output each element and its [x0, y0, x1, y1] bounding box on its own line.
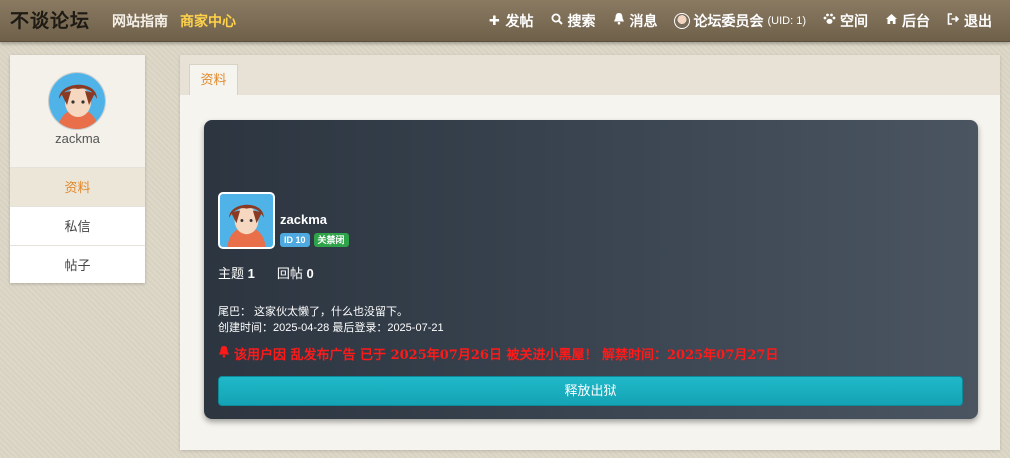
tab-bar: 资料 — [180, 55, 1000, 95]
nav-link-guide[interactable]: 网站指南 — [112, 12, 168, 30]
user-menu[interactable]: 论坛委员会 (UID: 1) — [673, 12, 807, 30]
profile-avatar[interactable] — [218, 192, 275, 249]
post-label: 发帖 — [505, 13, 534, 29]
profile-info: 尾巴： 这家伙太懒了，什么也没留下。 创建时间：2025-04-28 最后登录：… — [218, 304, 444, 336]
topics-count: 1 — [247, 266, 255, 281]
status-badge: 关禁闭 — [313, 233, 349, 247]
profile-card: zackma ID 10 关禁闭 主题 1 回帖 0 尾巴： 这家伙太懒了，什么… — [204, 120, 978, 419]
space-label: 空间 — [840, 13, 868, 29]
messages-label: 消息 — [629, 13, 658, 29]
release-button[interactable]: 释放出狱 — [218, 376, 963, 406]
search-icon — [550, 12, 564, 30]
badge-row: ID 10 关禁闭 — [280, 233, 349, 247]
ban-alert-text: 该用户因 乱发布广告 已于 2025年07月26日 被关进小黑屋！ 解禁时间：2… — [234, 348, 779, 363]
tab-profile[interactable]: 资料 — [189, 64, 238, 95]
nav-link-merchant[interactable]: 商家中心 — [180, 12, 236, 30]
bell-icon — [612, 12, 626, 30]
search-button[interactable]: 搜索 — [550, 12, 596, 30]
sidebar-item-posts[interactable]: 帖子 — [10, 245, 145, 284]
topics-stat: 主题 1 — [218, 263, 255, 282]
sidebar-username: zackma — [55, 131, 100, 146]
profile-username: zackma — [280, 212, 327, 227]
admin-button[interactable]: 后台 — [884, 12, 930, 30]
sidebar-item-profile[interactable]: 资料 — [10, 167, 145, 206]
logout-icon — [946, 12, 960, 30]
main-panel: 资料 zackma ID 10 关禁闭 主题 1 回帖 0 尾巴： 这家伙太懒了… — [180, 55, 1000, 450]
messages-button[interactable]: 消息 — [612, 12, 658, 30]
user-name: 论坛委员会 — [693, 13, 764, 29]
sidebar-item-messages[interactable]: 私信 — [10, 206, 145, 245]
ban-alert: 该用户因 乱发布广告 已于 2025年07月26日 被关进小黑屋！ 解禁时间：2… — [218, 344, 778, 363]
profile-sidebar: zackma 资料 私信 帖子 — [10, 55, 145, 283]
logout-button[interactable]: 退出 — [946, 12, 992, 30]
user-avatar — [673, 13, 690, 29]
replies-stat: 回帖 0 — [277, 263, 314, 282]
search-label: 搜索 — [567, 13, 596, 29]
user-uid: (UID: 1) — [767, 15, 807, 27]
signature-text: 尾巴： 这家伙太懒了，什么也没留下。 — [218, 306, 409, 318]
date-info: 创建时间：2025-04-28 最后登录：2025-07-21 — [218, 322, 444, 334]
paw-icon — [822, 12, 836, 30]
replies-count: 0 — [306, 266, 314, 281]
plus-icon: ✚ — [489, 13, 500, 28]
space-button[interactable]: 空间 — [822, 12, 868, 30]
topics-label: 主题 — [218, 266, 245, 281]
admin-label: 后台 — [902, 13, 930, 29]
bell-icon — [218, 345, 230, 362]
sidebar-avatar[interactable] — [48, 72, 106, 130]
post-button[interactable]: ✚ 发帖 — [488, 12, 534, 30]
stats-row: 主题 1 回帖 0 — [218, 263, 314, 282]
top-navbar: 不谈论坛 网站指南 商家中心 ✚ 发帖 搜索 消息 论坛委员会 (UID: 1) — [0, 0, 1010, 42]
replies-label: 回帖 — [276, 266, 303, 281]
home-icon — [884, 12, 898, 30]
id-badge: ID 10 — [280, 233, 310, 247]
site-logo[interactable]: 不谈论坛 — [10, 8, 90, 34]
logout-label: 退出 — [964, 13, 992, 29]
sidebar-header: zackma — [10, 55, 145, 167]
user-nav: ✚ 发帖 搜索 消息 论坛委员会 (UID: 1) 空间 后台 退出 — [488, 12, 992, 30]
